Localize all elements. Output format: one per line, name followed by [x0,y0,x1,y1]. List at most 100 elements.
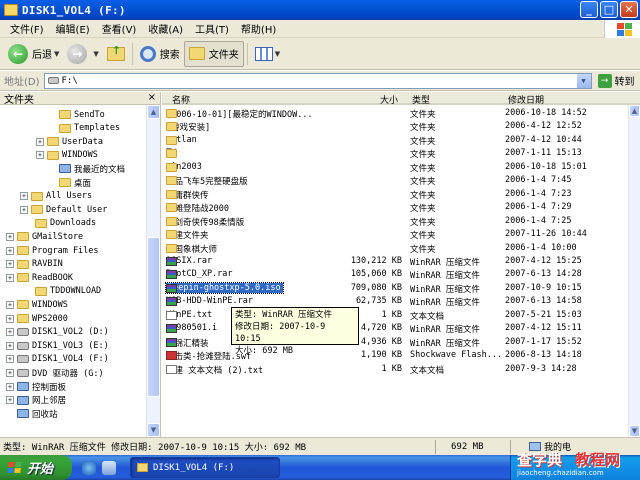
file-row[interactable]: TW 文件夹 2007-1-11 15:13 [162,147,632,160]
tree-node[interactable]: 回收站 [6,407,58,420]
scroll-down-arrow-icon[interactable]: ▼ [147,423,160,437]
tree-node[interactable]: TDDOWNLOAD [24,285,101,298]
scroll-up-arrow-icon[interactable]: ▲ [629,105,640,117]
tree-node[interactable]: 桌面 [48,176,91,189]
tree-node[interactable]: + DISK1_VOL4 (F:) [6,353,109,366]
taskbar-window-button[interactable]: DISK1_VOL4 (F:) [130,457,280,478]
file-row[interactable]: 极品飞车5完整硬盘版 文件夹 2006-1-4 7:45 [162,174,632,187]
expand-icon[interactable]: + [6,246,14,255]
expand-icon[interactable]: + [6,273,14,282]
address-label: 地址(D) [4,77,40,88]
file-row[interactable]: win2003 文件夹 2006-10-18 15:01 [162,161,632,174]
expand-icon[interactable]: + [36,151,44,160]
menu-view[interactable]: 查看(V) [96,21,143,36]
up-folder-button[interactable]: ↑ [103,41,129,67]
back-button[interactable]: ← 后退 ▼ [4,41,63,67]
file-row[interactable]: Deepin-ghostxp-5.0.iso 709,080 KB WinRAR 压… [162,281,632,295]
maximize-button[interactable]: □ [600,1,618,18]
tree-node[interactable]: 我最近的文档 [48,162,125,175]
forward-button[interactable]: → ▼ [63,41,102,67]
column-header-date[interactable]: 修改日期 [508,93,544,106]
tree-node[interactable]: Templates [48,122,120,135]
address-dropdown-icon[interactable]: ▼ [576,73,591,88]
system-tray: 查字典 教程网 jiaocheng.chazidian.com [510,451,640,480]
column-header-type[interactable]: 类型 [412,93,430,106]
views-button[interactable]: ▼ [251,41,284,67]
back-dropdown-icon[interactable]: ▼ [54,50,59,58]
show-desktop-icon[interactable] [102,460,116,475]
scroll-down-arrow-icon[interactable]: ▼ [629,425,640,437]
file-name: [2006-10-01][最稳定的WINDOW... [166,110,313,120]
file-row[interactable]: 98SIX.rar 130,212 KB WinRAR 压缩文件 2007-4-12 … [162,255,632,268]
go-button[interactable]: → 转到 [597,73,635,88]
close-button[interactable]: ✕ [620,1,638,18]
internet-explorer-icon[interactable] [82,460,96,475]
file-row[interactable]: netlan 文件夹 2007-4-12 10:44 [162,134,632,147]
menu-edit[interactable]: 编辑(E) [50,21,96,36]
expand-icon[interactable]: + [6,382,14,391]
expand-icon[interactable]: + [20,192,28,201]
file-name-cell: 新建文件夹 [166,229,209,241]
expand-icon[interactable]: + [6,328,14,337]
tree-node[interactable]: + Program Files [6,244,99,257]
tree-node[interactable]: + GMailStore [6,230,83,243]
file-row[interactable]: 新建文件夹 文件夹 2007-11-26 10:44 [162,228,632,241]
file-row[interactable]: 抢滩登陆战2000 文件夹 2006-1-4 7:29 [162,201,632,214]
tree-scrollbar[interactable]: ▲ ▼ [146,105,160,437]
column-header-size[interactable]: 大小 [380,93,398,106]
menu-favorites[interactable]: 收藏(A) [142,21,189,36]
minimize-button[interactable]: _ [580,1,598,18]
tree-node[interactable]: + RAVBIN [6,258,63,271]
file-row[interactable]: 金庸群侠传 文件夹 2006-1-4 7:23 [162,188,632,201]
tree-node[interactable]: + 网上邻居 [6,394,66,407]
file-row[interactable]: 中国象棋大师 文件夹 2006-1-4 10:00 [162,242,632,255]
tree-node[interactable]: + 控制面板 [6,380,66,393]
title-bar[interactable]: DISK1_VOL4 (F:) _ □ ✕ [0,0,640,20]
tree-node[interactable]: + DISK1_VOL2 (D:) [6,326,109,339]
tree-node[interactable]: + WINDOWS [36,149,98,162]
expand-icon[interactable]: + [6,368,14,377]
file-row[interactable]: 射击类-抢滩登陆.swf 1,190 KB Shockwave Flash... 20… [162,349,632,362]
expand-icon[interactable]: + [36,137,44,146]
forward-dropdown-icon[interactable]: ▼ [93,50,98,58]
tree-node[interactable]: SendTo [48,108,105,121]
tree-node[interactable]: + DISK1_VOL3 (E:) [6,339,109,352]
drive-icon [17,355,29,364]
menu-tools[interactable]: 工具(T) [189,21,235,36]
address-input[interactable]: F:\ ▼ [43,72,592,89]
file-row[interactable]: BootCD_XP.rar 105,060 KB WinRAR 压缩文件 2007-6… [162,268,632,281]
tree-node-label: DISK1_VOL4 (F:) [32,354,109,365]
expand-icon[interactable]: + [6,341,14,350]
list-scrollbar[interactable]: ▲ ▼ [628,105,640,437]
column-header-name[interactable]: 名称 [172,93,190,106]
expand-icon[interactable]: + [20,205,28,214]
file-row[interactable]: 仙剑奇侠传98柔情版 文件夹 2006-1-4 7:25 [162,215,632,228]
tree-node[interactable]: + DVD 驱动器 (G:) [6,366,104,379]
start-button[interactable]: 开始 [0,455,72,480]
expand-icon[interactable]: + [6,260,14,269]
file-row[interactable]: [游戏安装] 文件夹 2006-4-12 12:52 [162,120,632,133]
tree-node[interactable]: + WINDOWS [6,298,68,311]
expand-icon[interactable]: + [6,396,14,405]
scroll-up-arrow-icon[interactable]: ▲ [147,105,160,119]
tree-node[interactable]: Downloads [24,217,96,230]
views-icon [254,46,273,61]
tree-node[interactable]: + All Users [20,190,92,203]
folder-pane-close-icon[interactable]: × [148,92,156,103]
expand-icon[interactable]: + [6,314,14,323]
folders-button[interactable]: 文件夹 [183,40,244,67]
file-row[interactable]: [2006-10-01][最稳定的WINDOW... 文件夹 2006-10-18 … [162,107,632,120]
menu-file[interactable]: 文件(F) [4,21,50,36]
tree-scroll-thumb[interactable] [147,237,160,397]
search-button[interactable]: 搜索 [136,41,184,67]
expand-icon[interactable]: + [6,300,14,309]
go-arrow-icon: → [597,73,612,88]
tree-node[interactable]: + Default User [20,203,107,216]
expand-icon[interactable]: + [6,355,14,364]
tree-node[interactable]: + ReadBOOK [6,271,73,284]
tree-node[interactable]: + UserData [36,135,103,148]
expand-icon[interactable]: + [6,232,14,241]
file-row[interactable]: 新建 文本文档 (2).txt 1 KB 文本文档 2007-9-3 14:28 [162,363,632,376]
menu-help[interactable]: 帮助(H) [235,21,282,36]
tree-node[interactable]: + WPS2000 [6,312,68,325]
